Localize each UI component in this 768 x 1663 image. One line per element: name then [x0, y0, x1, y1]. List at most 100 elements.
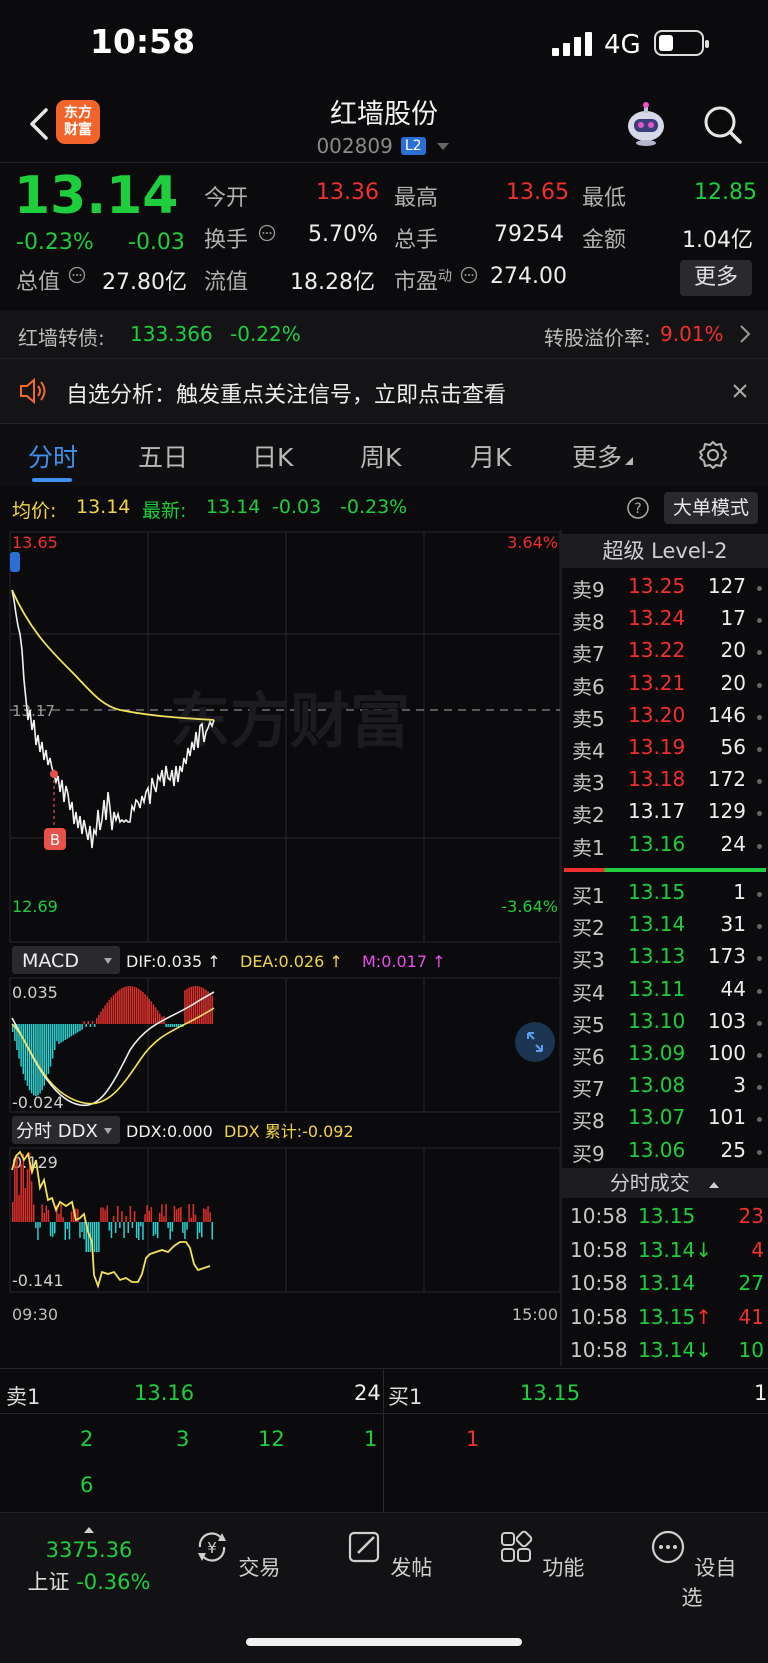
order-book-row[interactable]: 买5 13.10 103 — [562, 1009, 768, 1041]
ddx-bar — [51, 1222, 54, 1237]
ddx-bar — [173, 1205, 176, 1222]
macd-bar — [129, 986, 132, 1024]
ddx-bar — [138, 1222, 140, 1240]
sell-queue-item: 12 — [258, 1427, 285, 1451]
order-book-row[interactable]: 买1 13.15 1 — [562, 880, 768, 912]
chart-tabs: 分时 五日 日K 周K 月K 更多 — [0, 424, 768, 486]
order-book-row[interactable]: 卖3 13.18 172 — [562, 767, 768, 799]
fullscreen-button[interactable] — [515, 1022, 555, 1062]
tab-intraday[interactable]: 分时 — [28, 438, 78, 474]
tick-volume: 23 — [738, 1204, 764, 1228]
settings-gear-icon[interactable] — [698, 440, 728, 470]
order-book-row[interactable]: 卖1 13.16 24 — [562, 832, 768, 864]
macd-bar — [20, 1024, 22, 1067]
macd-bar — [72, 1024, 75, 1035]
queue-sell-vol: 24 — [354, 1381, 381, 1405]
order-book-row[interactable]: 卖7 13.22 20 — [562, 638, 768, 670]
amount-label: 金额 — [582, 228, 627, 253]
ticks-title-text: 分时成交 — [609, 1171, 690, 1195]
macd-histogram — [12, 986, 213, 1096]
sell-queue-item: 6 — [80, 1473, 94, 1497]
queue-sell-price: 13.16 — [134, 1381, 195, 1405]
search-icon[interactable] — [700, 102, 744, 146]
nav-add-watchlist[interactable]: 设自选 — [642, 1527, 742, 1612]
turnover-label: 换手 — [204, 228, 249, 253]
ddx-bar — [112, 1216, 115, 1222]
tick-volume: 4 — [751, 1237, 764, 1262]
intraday-chart[interactable]: 东方财富 13.65 3.64% 13.17 12.69 -3.64% B MA… — [0, 530, 560, 1366]
macd-bar — [165, 1024, 167, 1027]
index-ticker[interactable]: 3375.36 上证 -0.36% — [14, 1519, 164, 1596]
tick-volume: 10 — [738, 1338, 764, 1362]
level-label: 买1 — [572, 884, 605, 908]
tab-monthly-k[interactable]: 月K — [470, 438, 511, 474]
macd-bar — [123, 987, 125, 1024]
open-label: 今开 — [204, 186, 249, 211]
order-book-row[interactable]: 买4 13.11 44 — [562, 977, 768, 1009]
float-mv-value: 18.28亿 — [290, 270, 375, 295]
ticks-title[interactable]: 分时成交 — [562, 1168, 768, 1198]
order-book-row[interactable]: 买2 13.14 31 — [562, 912, 768, 944]
macd-bar — [119, 989, 121, 1024]
buy-queue-item: 1 — [466, 1427, 480, 1451]
sell-queue-item: 2 — [80, 1427, 94, 1451]
tab-weekly-k[interactable]: 周K — [360, 438, 401, 474]
order-book-row[interactable]: 卖9 13.25 127 — [562, 574, 768, 606]
order-book-row[interactable]: 卖6 13.21 20 — [562, 671, 768, 703]
macd-bar — [45, 1024, 48, 1081]
info-dots-icon[interactable] — [258, 224, 276, 242]
macd-bar — [203, 988, 205, 1024]
battery-icon — [654, 30, 709, 56]
macd-bar — [138, 988, 140, 1024]
pe-label: 市盈动 — [394, 264, 452, 296]
ddx-bar — [117, 1206, 119, 1222]
ddx-bar — [169, 1222, 171, 1240]
nav-trade[interactable]: ¥ 交易 — [186, 1527, 286, 1582]
level-price: 13.06 — [628, 1137, 686, 1162]
ddx-bar — [201, 1222, 203, 1238]
ddx-bar — [35, 1222, 37, 1229]
convertible-bond-row[interactable]: 红墙转债: 133.366 -0.22% 转股溢价率: 9.01% — [0, 310, 768, 358]
nav-features[interactable]: 功能 — [490, 1527, 590, 1582]
help-icon[interactable]: ? — [626, 496, 650, 520]
latest-label: 最新: — [142, 500, 187, 522]
order-book-row[interactable]: 买3 13.13 173 — [562, 944, 768, 976]
event-marker[interactable] — [10, 552, 20, 572]
order-book-row[interactable]: 卖5 13.20 146 — [562, 703, 768, 735]
level-volume: 100 — [707, 1041, 746, 1065]
level-dot — [757, 1149, 762, 1155]
order-book-row[interactable]: 买6 13.09 100 — [562, 1041, 768, 1073]
level-volume: 129 — [707, 799, 746, 824]
nav-post[interactable]: 发帖 — [338, 1527, 438, 1582]
order-book-row[interactable]: 买9 13.06 25 — [562, 1138, 768, 1170]
order-book-row[interactable]: 卖8 13.24 17 — [562, 606, 768, 638]
chevron-down-icon — [436, 143, 449, 150]
level-label: 卖6 — [572, 674, 605, 699]
tab-daily-k[interactable]: 日K — [252, 438, 293, 474]
big-order-mode-button[interactable]: 大单模式 — [664, 492, 758, 524]
tab-more[interactable]: 更多 — [572, 438, 634, 474]
ddx-bar — [83, 1222, 85, 1240]
robot-assistant-icon[interactable] — [622, 100, 670, 148]
macd-bar — [173, 1024, 176, 1027]
info-dots-icon[interactable] — [68, 266, 86, 284]
tab-five-day[interactable]: 五日 — [138, 438, 188, 474]
order-book-row[interactable]: 卖2 13.17 129 — [562, 799, 768, 831]
close-icon[interactable] — [732, 383, 748, 399]
ddx-bar — [18, 1194, 20, 1222]
analysis-notice[interactable]: 自选分析：触发重点关注信号，立即点击查看 — [0, 358, 768, 424]
order-book-row[interactable]: 买8 13.07 101 — [562, 1105, 768, 1137]
info-dots-icon[interactable] — [460, 266, 478, 284]
order-book-row[interactable]: 卖4 13.19 56 — [562, 735, 768, 767]
more-button[interactable]: 更多 — [680, 260, 752, 296]
level-volume: 20 — [720, 638, 746, 663]
level-dot — [757, 714, 762, 720]
ddx-bar — [140, 1222, 142, 1227]
macd-bar — [171, 1024, 174, 1027]
order-book-row[interactable]: 买7 13.08 3 — [562, 1073, 768, 1105]
macd-bar — [77, 1024, 79, 1033]
home-indicator[interactable] — [246, 1638, 522, 1646]
level-dot — [757, 650, 762, 656]
pe-label-text: 市盈 — [394, 270, 439, 295]
price-max-label: 13.65 — [12, 533, 58, 552]
